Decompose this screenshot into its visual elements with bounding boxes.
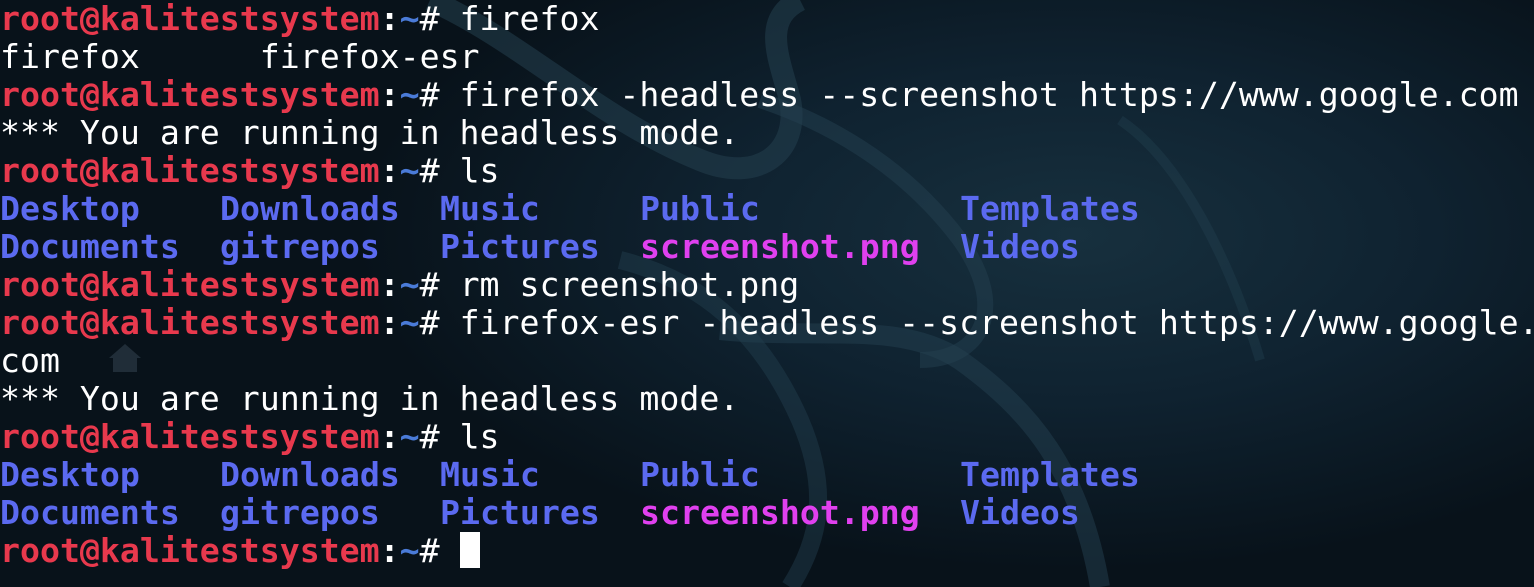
directory-entry: Templates [960,189,1140,228]
ls-output-line: Documents gitrepos Pictures screenshot.png V… [0,494,1534,532]
prompt-separator: : [379,417,400,456]
prompt-line: root@kalitestsystem:~# firefox-esr -head… [0,304,1534,342]
directory-entry: Videos [960,493,1080,532]
directory-entry: Pictures [440,493,600,532]
prompt-path: ~ [399,265,420,304]
directory-entry: Music [440,455,540,494]
prompt-separator: : [379,303,400,342]
ls-output-line: Documents gitrepos Pictures screenshot.png V… [0,228,1534,266]
prompt-user-host: root@kalitestsystem [0,151,380,190]
output-line: *** You are running in headless mode. [0,380,739,418]
directory-entry: Videos [960,227,1080,266]
prompt-symbol: # [419,531,460,570]
prompt-symbol: # [419,303,460,342]
file-entry: screenshot.png [640,493,920,532]
directory-entry: Desktop [0,455,140,494]
prompt-user-host: root@kalitestsystem [0,0,380,38]
file-entry: screenshot.png [640,227,920,266]
prompt-separator: : [379,265,400,304]
prompt-path: ~ [399,75,420,114]
prompt-path: ~ [399,417,420,456]
prompt-user-host: root@kalitestsystem [0,417,380,456]
prompt-line: root@kalitestsystem:~# firefox [0,0,599,38]
prompt-line: root@kalitestsystem:~# [0,532,460,570]
output-line: firefox firefox-esr [0,38,480,76]
output-line: *** You are running in headless mode. [0,114,739,152]
directory-entry: Public [640,189,760,228]
command-text: ls [459,151,500,190]
directory-entry: Pictures [440,227,600,266]
directory-entry: Documents [0,227,180,266]
command-text: firefox [459,0,600,38]
prompt-symbol: # [419,0,460,38]
directory-entry: Documents [0,493,180,532]
directory-entry: Downloads [220,455,400,494]
directory-entry: Downloads [220,189,400,228]
output-text: *** You are running in headless mode. [0,379,740,418]
directory-entry: gitrepos [220,493,380,532]
prompt-symbol: # [419,75,460,114]
directory-entry: Desktop [0,189,140,228]
prompt-path: ~ [399,531,420,570]
prompt-separator: : [379,531,400,570]
command-text: ls [459,417,500,456]
output-text: *** You are running in headless mode. [0,113,740,152]
prompt-path: ~ [399,0,420,38]
output-line: com [0,342,60,380]
ls-output-line: Desktop Downloads Music Public Templates [0,190,1534,228]
directory-entry: gitrepos [220,227,380,266]
directory-entry: Templates [960,455,1140,494]
directory-entry: Public [640,455,760,494]
prompt-symbol: # [419,417,460,456]
prompt-line: root@kalitestsystem:~# rm screenshot.png [0,266,799,304]
output-text: firefox firefox-esr [0,37,480,76]
prompt-path: ~ [399,303,420,342]
command-text: firefox -headless --screenshot https://w… [459,75,1519,114]
command-text: firefox-esr -headless --screenshot https… [459,303,1534,342]
terminal-window[interactable]: root@kalitestsystem:~# firefox firefox fi… [0,0,1534,587]
directory-entry: Music [440,189,540,228]
prompt-user-host: root@kalitestsystem [0,75,380,114]
prompt-user-host: root@kalitestsystem [0,303,380,342]
prompt-separator: : [379,75,400,114]
prompt-line: root@kalitestsystem:~# ls [0,418,500,456]
output-text: com [0,341,60,380]
command-text: rm screenshot.png [459,265,800,304]
prompt-separator: : [379,151,400,190]
prompt-path: ~ [399,151,420,190]
prompt-separator: : [379,0,400,38]
prompt-symbol: # [419,265,460,304]
prompt-symbol: # [419,151,460,190]
prompt-user-host: root@kalitestsystem [0,265,380,304]
prompt-line: root@kalitestsystem:~# ls [0,152,500,190]
ls-output-line: Desktop Downloads Music Public Templates [0,456,1534,494]
prompt-line: root@kalitestsystem:~# firefox -headless… [0,76,1519,114]
prompt-user-host: root@kalitestsystem [0,531,380,570]
